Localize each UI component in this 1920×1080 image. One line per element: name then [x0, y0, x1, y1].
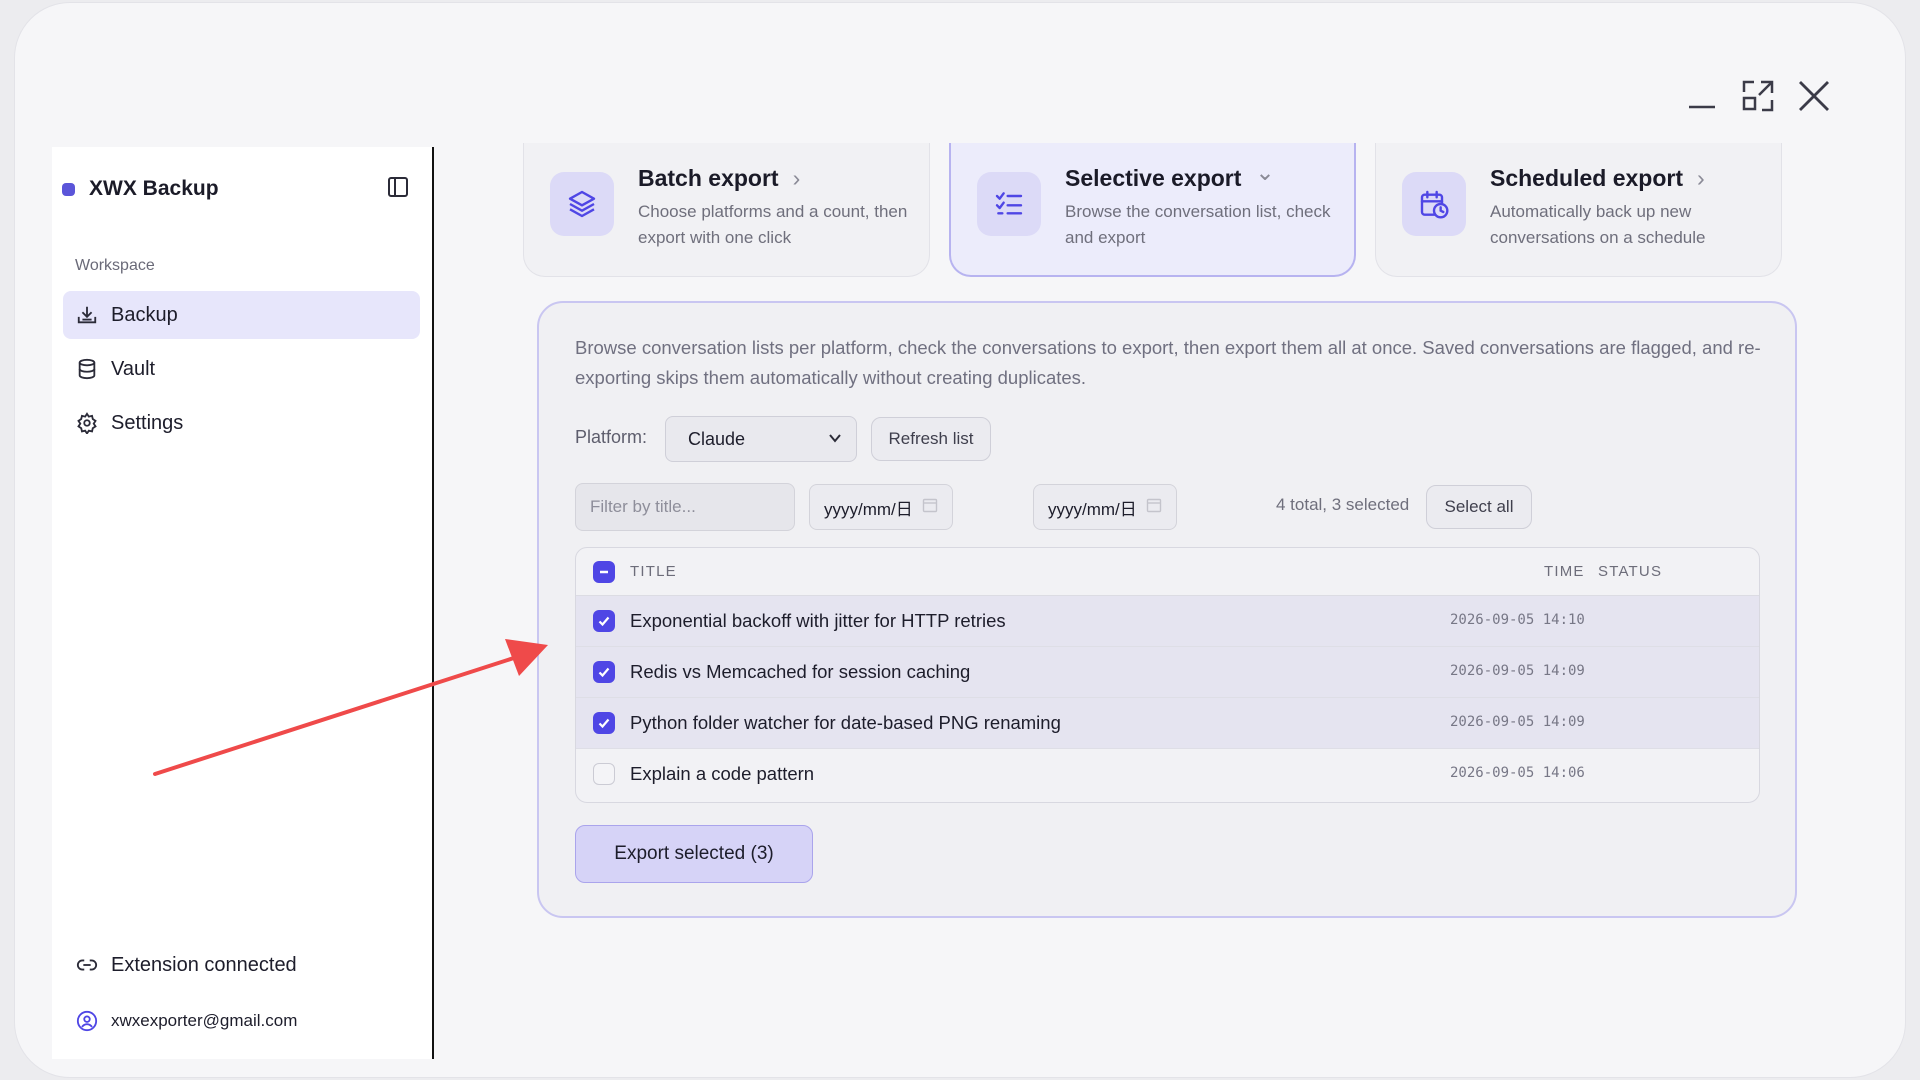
table-row[interactable]: Explain a code pattern 2026-09-05 14:06 — [576, 749, 1759, 800]
app-name: XWX Backup — [89, 177, 219, 200]
selection-count: 4 total, 3 selected — [1276, 495, 1410, 514]
extension-status: Extension connected — [75, 953, 297, 977]
conversation-time: 2026-09-05 14:10 — [1450, 612, 1585, 628]
date-from-input[interactable]: yyyy/mm/日 — [809, 484, 953, 530]
conversation-title: Explain a code pattern — [630, 763, 815, 784]
platform-select-value: Claude — [688, 428, 746, 449]
conversation-time: 2026-09-05 14:06 — [1450, 765, 1585, 781]
conversation-table: TITLE TIME STATUS Exponential backoff wi… — [575, 547, 1760, 803]
card-description: Choose platforms and a count, then expor… — [638, 202, 908, 247]
conversation-title: Redis vs Memcached for session caching — [630, 661, 971, 682]
table-row[interactable]: Redis vs Memcached for session caching 2… — [576, 647, 1759, 698]
chevron-down-icon: ⌄ — [1255, 159, 1275, 185]
panel-intro-text: Browse conversation lists per platform, … — [575, 337, 1761, 388]
chevron-down-icon — [828, 429, 842, 450]
column-time: TIME — [1544, 563, 1585, 580]
user-circle-icon — [75, 1009, 99, 1033]
platform-label: Platform: — [575, 427, 648, 447]
platform-select[interactable]: Claude — [665, 416, 857, 462]
card-title: Batch export — [638, 165, 779, 191]
conversation-time: 2026-09-05 14:09 — [1450, 663, 1585, 679]
sidebar-item-label: Vault — [111, 357, 156, 380]
app-window: XWX Backup Workspace Backup Vault Settin… — [14, 2, 1906, 1078]
row-checkbox[interactable] — [593, 763, 615, 785]
table-header: TITLE TIME STATUS — [576, 548, 1759, 596]
conversation-title: Exponential backoff with jitter for HTTP… — [630, 610, 1006, 631]
download-tray-icon — [75, 303, 99, 327]
select-all-checkbox[interactable] — [593, 561, 615, 583]
workspace-label: Workspace — [75, 257, 155, 274]
account-info[interactable]: xwxexporter@gmail.com — [75, 1009, 297, 1033]
layers-icon — [550, 172, 614, 236]
sidebar-item-label: Backup — [111, 303, 178, 326]
title-filter-input[interactable]: Filter by title... — [575, 483, 795, 531]
sidebar-nav: Backup Vault Settings — [63, 291, 420, 453]
row-checkbox[interactable] — [593, 610, 615, 632]
brand-logo-icon — [62, 182, 75, 196]
database-icon — [75, 357, 99, 381]
app-brand: XWX Backup — [62, 177, 219, 201]
date-to-value: yyyy/mm/日 — [1048, 499, 1137, 519]
scheduled-export-card[interactable]: Scheduled export › Automatically back up … — [1375, 143, 1782, 277]
sidebar: XWX Backup Workspace Backup Vault Settin… — [52, 147, 434, 1059]
extension-status-label: Extension connected — [111, 953, 297, 976]
maximize-icon[interactable] — [1739, 77, 1777, 115]
date-from-value: yyyy/mm/日 — [824, 499, 913, 519]
table-row[interactable]: Exponential backoff with jitter for HTTP… — [576, 596, 1759, 647]
link-icon — [75, 953, 99, 977]
conversation-title: Python folder watcher for date-based PNG… — [630, 712, 1061, 733]
conversation-time: 2026-09-05 14:09 — [1450, 714, 1585, 730]
sidebar-toggle-icon[interactable] — [386, 175, 410, 199]
sidebar-item-settings[interactable]: Settings — [63, 399, 420, 447]
column-status: STATUS — [1598, 563, 1663, 580]
selective-export-card[interactable]: Selective export ⌄ Browse the conversatio… — [949, 143, 1356, 277]
selective-export-panel: Browse conversation lists per platform, … — [537, 301, 1797, 918]
export-selected-button[interactable]: Export selected (3) — [575, 825, 813, 883]
date-to-input[interactable]: yyyy/mm/日 — [1033, 484, 1177, 530]
sidebar-item-vault[interactable]: Vault — [63, 345, 420, 393]
card-title: Selective export — [1065, 165, 1242, 191]
chevron-right-icon: › — [792, 165, 801, 191]
gear-icon — [75, 411, 99, 435]
row-checkbox[interactable] — [593, 661, 615, 683]
minimize-icon[interactable] — [1683, 77, 1721, 115]
card-title: Scheduled export — [1490, 165, 1683, 191]
column-title: TITLE — [630, 563, 677, 580]
row-checkbox[interactable] — [593, 712, 615, 734]
batch-export-card[interactable]: Batch export › Choose platforms and a cou… — [523, 143, 930, 277]
calendar-icon[interactable] — [922, 497, 938, 518]
sidebar-item-label: Settings — [111, 411, 184, 434]
account-email: xwxexporter@gmail.com — [111, 1011, 298, 1030]
card-description: Automatically back up new conversations … — [1490, 202, 1706, 247]
refresh-list-button[interactable]: Refresh list — [871, 417, 991, 461]
card-description: Browse the conversation list, check and … — [1065, 202, 1331, 247]
calendar-clock-icon — [1402, 172, 1466, 236]
table-row[interactable]: Python folder watcher for date-based PNG… — [576, 698, 1759, 749]
checklist-icon — [977, 172, 1041, 236]
close-icon[interactable] — [1795, 77, 1833, 115]
sidebar-item-backup[interactable]: Backup — [63, 291, 420, 339]
chevron-right-icon: › — [1696, 165, 1705, 191]
select-all-button[interactable]: Select all — [1426, 485, 1532, 529]
calendar-icon[interactable] — [1146, 497, 1162, 518]
